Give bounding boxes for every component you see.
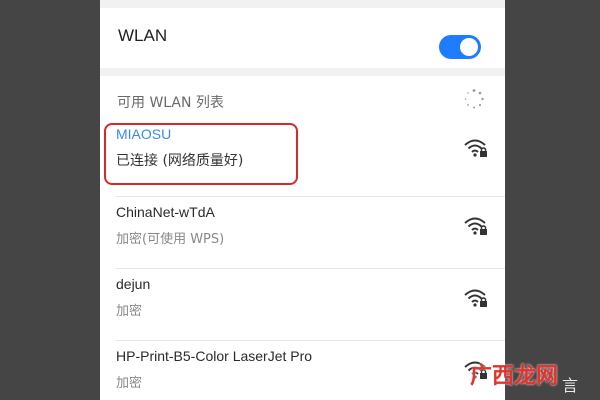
wlan-title: WLAN [118,26,168,45]
connected-network-highlight [104,123,298,185]
network-status: 加密 [116,376,143,391]
wlan-settings-screen: WLAN 可用 WLAN 列表 MIAOSU 已连接 (网络质量好) China… [100,0,505,400]
network-row-hp-print[interactable]: HP-Print-B5-Color LaserJet Pro 加密 [100,340,505,400]
network-status: 加密(可使用 WPS) [116,232,225,247]
watermark-suffix: 言 [562,376,579,395]
loading-spinner-icon [464,89,484,109]
background-left [0,0,100,400]
network-status: 加密 [116,304,143,319]
wifi-lock-icon [464,289,487,307]
network-row-chinanet[interactable]: ChinaNet-wTdA 加密(可使用 WPS) [100,196,505,268]
wlan-toggle-card: WLAN [100,8,505,68]
watermark-logo: 广西龙网 [470,364,559,389]
network-row-dejun[interactable]: dejun 加密 [100,268,505,340]
row-divider [116,268,505,269]
row-divider [116,196,505,197]
toggle-knob [460,38,478,56]
background-right [505,0,600,400]
wlan-toggle[interactable] [439,35,481,59]
row-divider [116,340,505,341]
list-header: 可用 WLAN 列表 [117,95,224,111]
wifi-lock-icon [464,139,487,157]
wifi-lock-icon [464,217,487,235]
network-ssid: HP-Print-B5-Color LaserJet Pro [116,348,313,364]
network-ssid: dejun [116,276,151,292]
network-ssid: ChinaNet-wTdA [116,204,215,220]
